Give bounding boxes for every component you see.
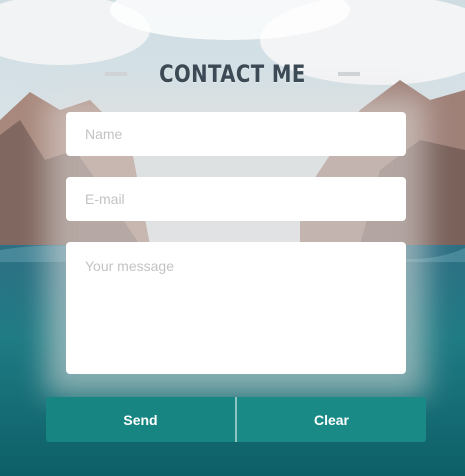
email-field[interactable] [66, 177, 406, 221]
form-actions: Send Clear [46, 397, 426, 442]
title-row: CONTACT ME [0, 60, 465, 88]
name-field[interactable] [66, 112, 406, 156]
message-field[interactable] [66, 242, 406, 374]
send-button[interactable]: Send [46, 397, 235, 442]
page-title: CONTACT ME [159, 60, 306, 88]
title-dash-left [105, 72, 128, 76]
title-dash-right [337, 72, 360, 76]
clear-button[interactable]: Clear [237, 397, 426, 442]
